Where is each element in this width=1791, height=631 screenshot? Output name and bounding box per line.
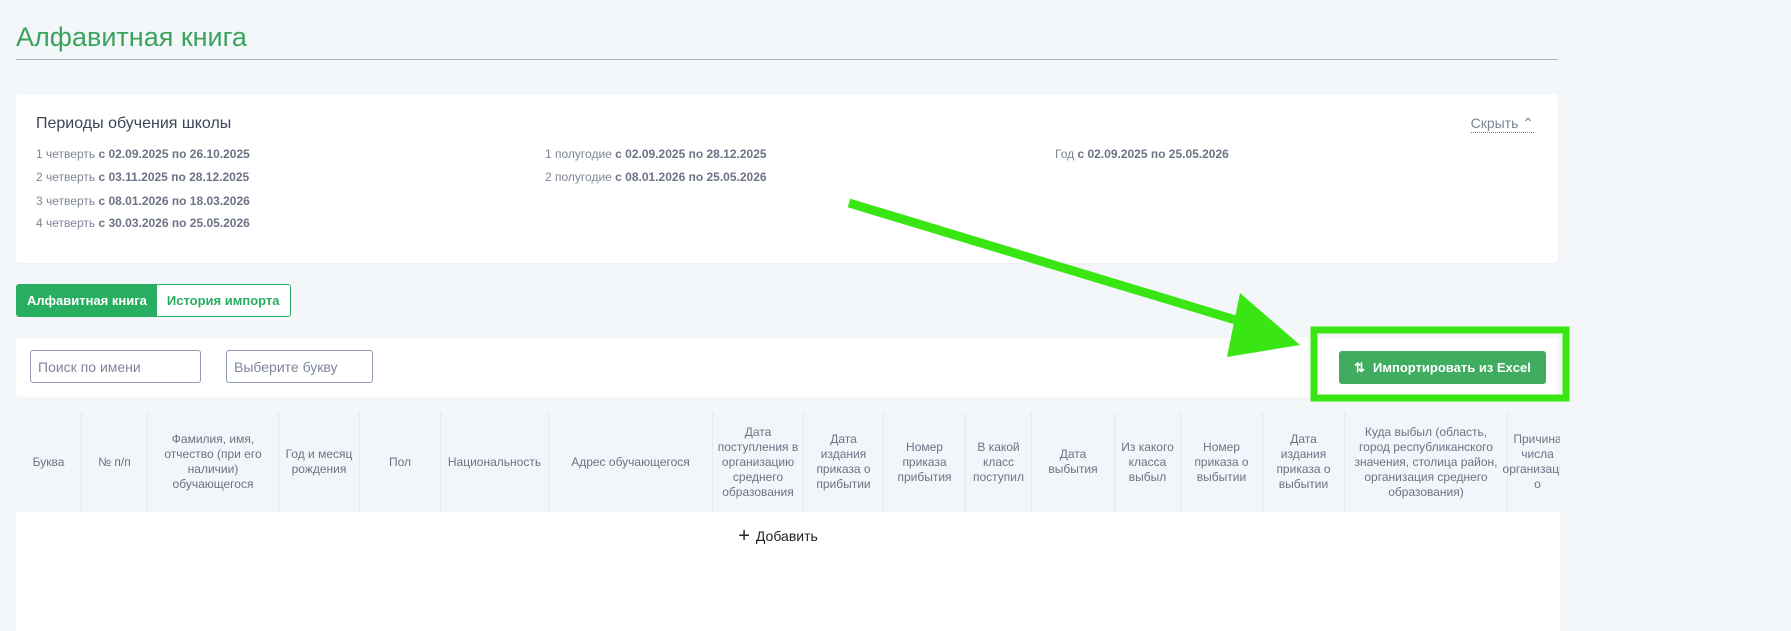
year-period: Год с 02.09.2025 по 25.05.2026	[1055, 147, 1229, 161]
period-range: с 02.09.2025 по 25.05.2026	[1077, 147, 1229, 161]
add-row-button[interactable]: + Добавить	[16, 512, 1560, 560]
title-divider	[16, 59, 1558, 60]
hide-button[interactable]: Скрыть ⌃	[1470, 115, 1534, 133]
column-header: Дата издания приказа о выбытии	[1263, 412, 1345, 512]
period-range: с 08.01.2026 по 25.05.2026	[615, 170, 767, 184]
import-excel-button[interactable]: ⇅ Импортировать из Excel	[1339, 351, 1546, 384]
sort-arrows-icon: ⇅	[1354, 359, 1366, 375]
add-label: Добавить	[755, 528, 818, 544]
tabs: Алфавитная книга История импорта	[16, 284, 291, 317]
letter-select[interactable]	[226, 350, 373, 383]
hide-label: Скрыть	[1470, 115, 1519, 131]
column-header: Куда выбыл (область, город республиканск…	[1345, 412, 1508, 512]
period-label: 1 четверть	[36, 147, 96, 161]
column-header: Национальность	[441, 412, 549, 512]
period-label: 4 четверть	[36, 216, 96, 230]
period-label: 2 полугодие	[545, 170, 612, 184]
quarter-2: 2 четверть с 03.11.2025 по 28.12.2025	[36, 170, 249, 184]
column-header: Из какого класса выбыл	[1115, 412, 1181, 512]
page-title: Алфавитная книга	[16, 22, 247, 52]
column-header: Фамилия, имя, отчество (при его наличии)…	[148, 412, 279, 512]
column-header: Дата издания приказа о прибытии	[804, 412, 884, 512]
tab-alphabet-book[interactable]: Алфавитная книга	[17, 285, 157, 316]
period-label: 2 четверть	[36, 170, 96, 184]
quarter-4: 4 четверть с 30.03.2026 по 25.05.2026	[36, 216, 250, 230]
column-header: Дата поступления в организацию среднего …	[713, 412, 804, 512]
students-table: Буква № п/п Фамилия, имя, отчество (при ег…	[16, 412, 1560, 631]
import-label: Импортировать из Excel	[1373, 360, 1531, 375]
column-header: Причина числа организации о	[1503, 412, 1560, 512]
plus-icon: +	[738, 524, 750, 547]
chevron-up-icon: ⌃	[1522, 115, 1534, 131]
column-header: Адрес обучающегося	[549, 412, 713, 512]
search-input[interactable]	[30, 350, 201, 383]
tab-import-history[interactable]: История импорта	[156, 285, 290, 316]
period-range: с 30.03.2026 по 25.05.2026	[98, 216, 250, 230]
period-label: 3 четверть	[36, 194, 96, 208]
column-header: № п/п	[82, 412, 148, 512]
half-2: 2 полугодие с 08.01.2026 по 25.05.2026	[545, 170, 767, 184]
period-range: с 03.11.2025 по 28.12.2025	[98, 170, 250, 184]
period-range: с 08.01.2026 по 18.03.2026	[98, 194, 250, 208]
table-header: Буква № п/п Фамилия, имя, отчество (при ег…	[16, 412, 1560, 512]
periods-heading: Периоды обучения школы	[36, 115, 232, 132]
filters-bar	[16, 338, 1558, 397]
period-range: с 02.09.2025 по 26.10.2025	[98, 147, 250, 161]
school-periods-card: Периоды обучения школы Скрыть ⌃ 1 четвер…	[16, 94, 1558, 263]
column-header: Буква	[16, 412, 82, 512]
column-header: Пол	[360, 412, 441, 512]
period-label: Год	[1055, 147, 1075, 161]
column-header: Номер приказа прибытия	[884, 412, 966, 512]
quarter-3: 3 четверть с 08.01.2026 по 18.03.2026	[36, 194, 250, 208]
period-label: 1 полугодие	[545, 147, 612, 161]
half-1: 1 полугодие с 02.09.2025 по 28.12.2025	[545, 147, 767, 161]
column-header: Дата выбытия	[1032, 412, 1115, 512]
column-header: В какой класс поступил	[966, 412, 1032, 512]
column-header: Год и месяц рождения	[279, 412, 360, 512]
column-header: Номер приказа о выбытии	[1181, 412, 1263, 512]
period-range: с 02.09.2025 по 28.12.2025	[615, 147, 767, 161]
quarter-1: 1 четверть с 02.09.2025 по 26.10.2025	[36, 147, 250, 161]
